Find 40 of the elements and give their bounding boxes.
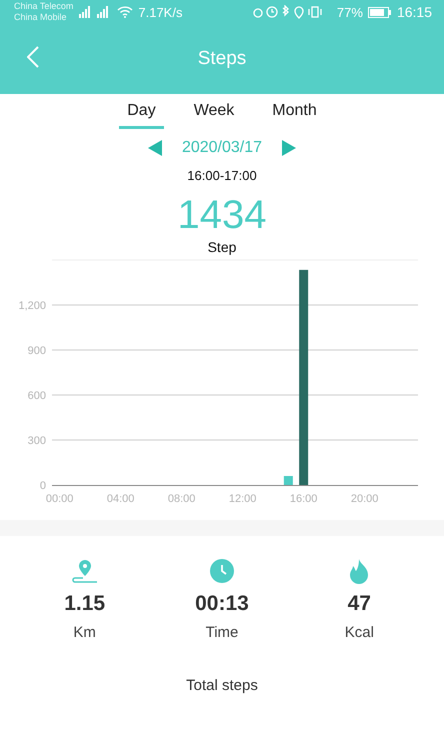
stat-value: 00:13 bbox=[195, 592, 249, 616]
period-tab[interactable]: Month bbox=[264, 100, 325, 129]
clock-icon bbox=[208, 558, 235, 584]
step-count: 1434 bbox=[178, 193, 266, 237]
battery-level: 77% bbox=[336, 4, 363, 20]
section-title: Total steps bbox=[186, 677, 258, 694]
y-axis-label: 900 bbox=[28, 345, 46, 357]
stat-value: 1.15 bbox=[64, 592, 106, 616]
stat-value: 47 bbox=[348, 592, 371, 616]
location-pin-icon bbox=[70, 558, 99, 584]
y-axis-label: 1,200 bbox=[18, 300, 46, 312]
previous-arrow-icon[interactable] bbox=[148, 140, 162, 156]
date-label: 2020/03/17 bbox=[182, 139, 262, 157]
stat-label: Time bbox=[206, 624, 238, 641]
period-tab[interactable]: Week bbox=[186, 100, 242, 129]
carrier-name: China Mobile bbox=[14, 12, 68, 23]
x-axis-label: 08:00 bbox=[168, 493, 196, 505]
step-unit: Step bbox=[208, 239, 236, 255]
x-axis-label: 20:00 bbox=[350, 493, 378, 505]
y-axis-label: 600 bbox=[28, 390, 46, 402]
period-tab[interactable]: Day bbox=[119, 100, 164, 129]
x-axis-label: 12:00 bbox=[228, 493, 256, 505]
time-range: 16:00-17:00 bbox=[187, 168, 257, 183]
y-axis-label: 0 bbox=[40, 480, 46, 492]
battery-icon bbox=[368, 6, 392, 18]
back-icon[interactable] bbox=[27, 46, 39, 68]
y-axis-label: 300 bbox=[28, 435, 46, 447]
stat-label: Km bbox=[73, 624, 96, 641]
next-arrow-icon[interactable] bbox=[282, 140, 296, 156]
x-axis-label: 04:00 bbox=[106, 493, 134, 505]
network-speed: 7.17K/s bbox=[138, 4, 182, 20]
stat-label: Kcal bbox=[344, 624, 374, 641]
screen-title: Steps bbox=[198, 48, 246, 70]
carrier-name: China Telecom bbox=[14, 1, 74, 12]
flame-icon bbox=[348, 558, 370, 584]
wifi-icon bbox=[117, 6, 134, 18]
x-axis-label: 16:00 bbox=[290, 493, 318, 505]
bar[interactable] bbox=[299, 270, 308, 485]
x-axis-label: 00:00 bbox=[46, 493, 74, 505]
clock: 16:15 bbox=[396, 4, 432, 20]
